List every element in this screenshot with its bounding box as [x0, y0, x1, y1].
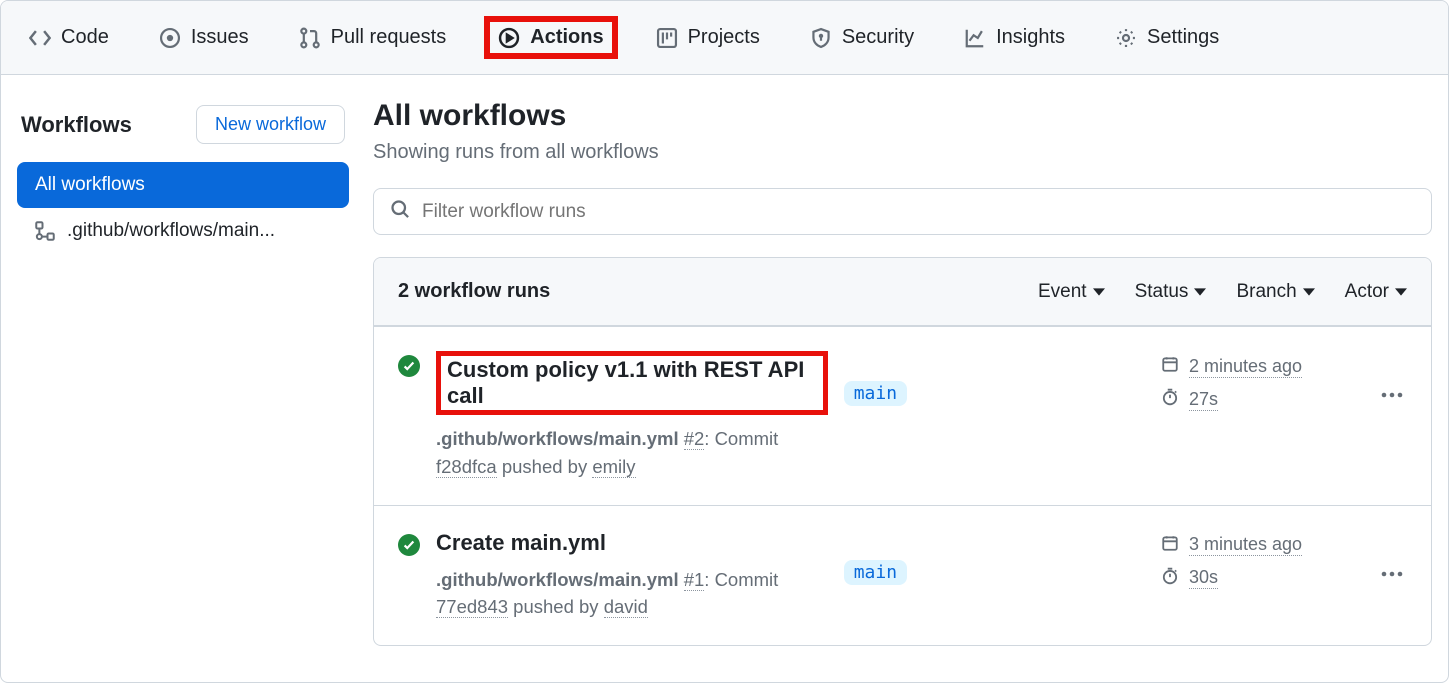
- highlight-actions-tab: Actions: [484, 16, 617, 59]
- sidebar-item-workflow-file[interactable]: .github/workflows/main...: [17, 208, 349, 254]
- play-circle-icon: [498, 27, 520, 49]
- issue-icon: [159, 27, 181, 49]
- tab-actions[interactable]: Actions: [490, 22, 611, 53]
- runs-header: 2 workflow runs Event Status Branch Acto…: [374, 258, 1431, 326]
- commit-sha-link[interactable]: 77ed843: [436, 596, 508, 618]
- tab-settings[interactable]: Settings: [1103, 18, 1231, 57]
- run-time: 3 minutes ago: [1189, 534, 1302, 556]
- shield-icon: [810, 27, 832, 49]
- run-duration: 27s: [1189, 389, 1218, 411]
- runs-count: 2 workflow runs: [398, 280, 550, 303]
- workflow-run-row: Custom policy v1.1 with REST API call .g…: [374, 326, 1431, 505]
- sidebar-title: Workflows: [21, 112, 132, 138]
- workflow-icon: [35, 221, 55, 241]
- sidebar-item-label: All workflows: [35, 174, 145, 196]
- tab-issues-label: Issues: [191, 26, 249, 49]
- pull-request-icon: [299, 27, 321, 49]
- success-check-icon: [398, 355, 420, 377]
- highlight-run-title: Custom policy v1.1 with REST API call: [436, 351, 828, 415]
- tab-security[interactable]: Security: [798, 18, 926, 57]
- run-workflow-file[interactable]: .github/workflows/main.yml: [436, 428, 679, 449]
- tab-pr-label: Pull requests: [331, 26, 447, 49]
- run-subtitle: .github/workflows/main.yml #2: Commit f2…: [436, 425, 828, 481]
- tab-settings-label: Settings: [1147, 26, 1219, 49]
- graph-icon: [964, 27, 986, 49]
- run-menu-button[interactable]: [1377, 562, 1407, 585]
- tab-projects-label: Projects: [688, 26, 760, 49]
- tab-security-label: Security: [842, 26, 914, 49]
- actor-link[interactable]: emily: [592, 456, 635, 478]
- filter-event-button[interactable]: Event: [1038, 281, 1105, 303]
- filter-actor-button[interactable]: Actor: [1345, 281, 1407, 303]
- tab-insights-label: Insights: [996, 26, 1065, 49]
- branch-badge[interactable]: main: [844, 560, 907, 585]
- success-check-icon: [398, 534, 420, 556]
- filter-input[interactable]: [422, 201, 1415, 223]
- calendar-icon: [1161, 355, 1179, 378]
- tab-issues[interactable]: Issues: [147, 18, 261, 57]
- run-title-link[interactable]: Create main.yml: [436, 530, 606, 555]
- repo-tabs: Code Issues Pull requests Actions Projec…: [1, 1, 1448, 75]
- main-content: All workflows Showing runs from all work…: [373, 95, 1432, 646]
- projects-icon: [656, 27, 678, 49]
- run-menu-button[interactable]: [1377, 383, 1407, 406]
- tab-insights[interactable]: Insights: [952, 18, 1077, 57]
- run-workflow-file[interactable]: .github/workflows/main.yml: [436, 569, 679, 590]
- page-title: All workflows: [373, 99, 1432, 133]
- run-title-link[interactable]: Custom policy v1.1 with REST API call: [447, 357, 804, 408]
- sidebar-item-all-workflows[interactable]: All workflows: [17, 162, 349, 208]
- filter-status-button[interactable]: Status: [1135, 281, 1207, 303]
- tab-actions-label: Actions: [530, 26, 603, 49]
- tab-projects[interactable]: Projects: [644, 18, 772, 57]
- run-subtitle: .github/workflows/main.yml #1: Commit 77…: [436, 566, 828, 622]
- code-icon: [29, 27, 51, 49]
- stopwatch-icon: [1161, 388, 1179, 411]
- workflow-run-row: Create main.yml .github/workflows/main.y…: [374, 505, 1431, 646]
- branch-badge[interactable]: main: [844, 381, 907, 406]
- page-subtitle: Showing runs from all workflows: [373, 141, 1432, 164]
- calendar-icon: [1161, 534, 1179, 557]
- gear-icon: [1115, 27, 1137, 49]
- run-number[interactable]: #2: [684, 428, 705, 450]
- run-time: 2 minutes ago: [1189, 356, 1302, 378]
- stopwatch-icon: [1161, 567, 1179, 590]
- run-duration: 30s: [1189, 567, 1218, 589]
- filter-input-wrap[interactable]: [373, 188, 1432, 235]
- sidebar-item-label: .github/workflows/main...: [67, 220, 275, 242]
- new-workflow-button[interactable]: New workflow: [196, 105, 345, 144]
- run-number[interactable]: #1: [684, 569, 705, 591]
- sidebar: Workflows New workflow All workflows .gi…: [17, 95, 349, 646]
- tab-code[interactable]: Code: [17, 18, 121, 57]
- commit-sha-link[interactable]: f28dfca: [436, 456, 497, 478]
- actor-link[interactable]: david: [604, 596, 648, 618]
- search-icon: [390, 199, 410, 224]
- tab-pull-requests[interactable]: Pull requests: [287, 18, 459, 57]
- tab-code-label: Code: [61, 26, 109, 49]
- filter-branch-button[interactable]: Branch: [1236, 281, 1314, 303]
